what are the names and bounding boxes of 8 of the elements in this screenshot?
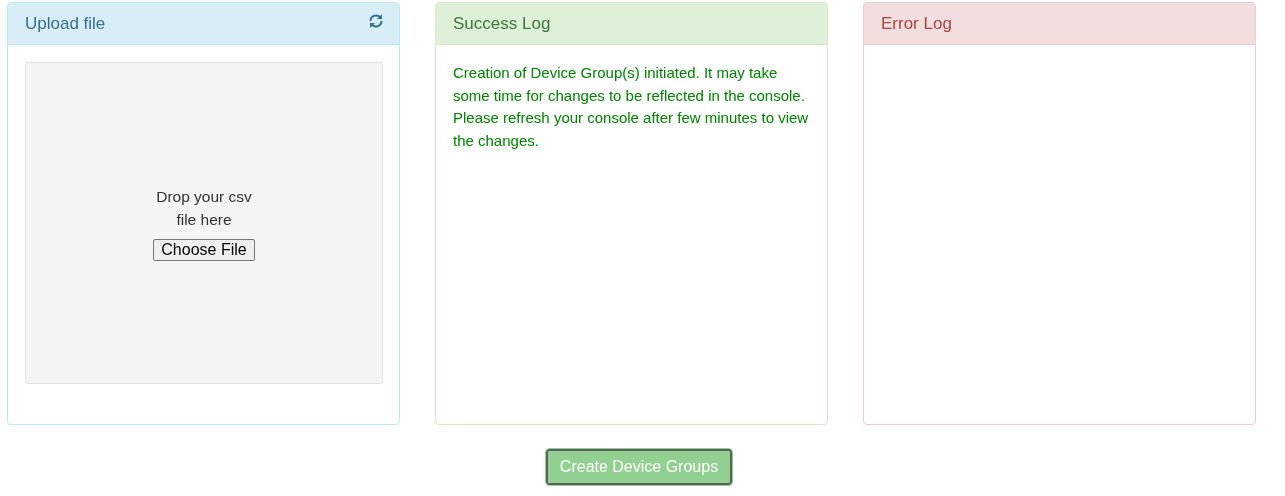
choose-file-button[interactable]: Choose File <box>153 239 255 261</box>
drop-hint: Drop your csv file here <box>155 187 253 230</box>
panel-title: Success Log <box>453 13 551 34</box>
drop-zone[interactable]: Drop your csv file here Choose File <box>25 62 383 384</box>
refresh-icon[interactable] <box>368 12 384 29</box>
panel-title: Upload file <box>25 13 106 34</box>
success-message: Creation of Device Group(s) initiated. It may take some time for changes to be reflected in the console. Please refresh your console after few minutes to view the changes. <box>453 63 810 151</box>
panel-title: Error Log <box>881 13 952 34</box>
